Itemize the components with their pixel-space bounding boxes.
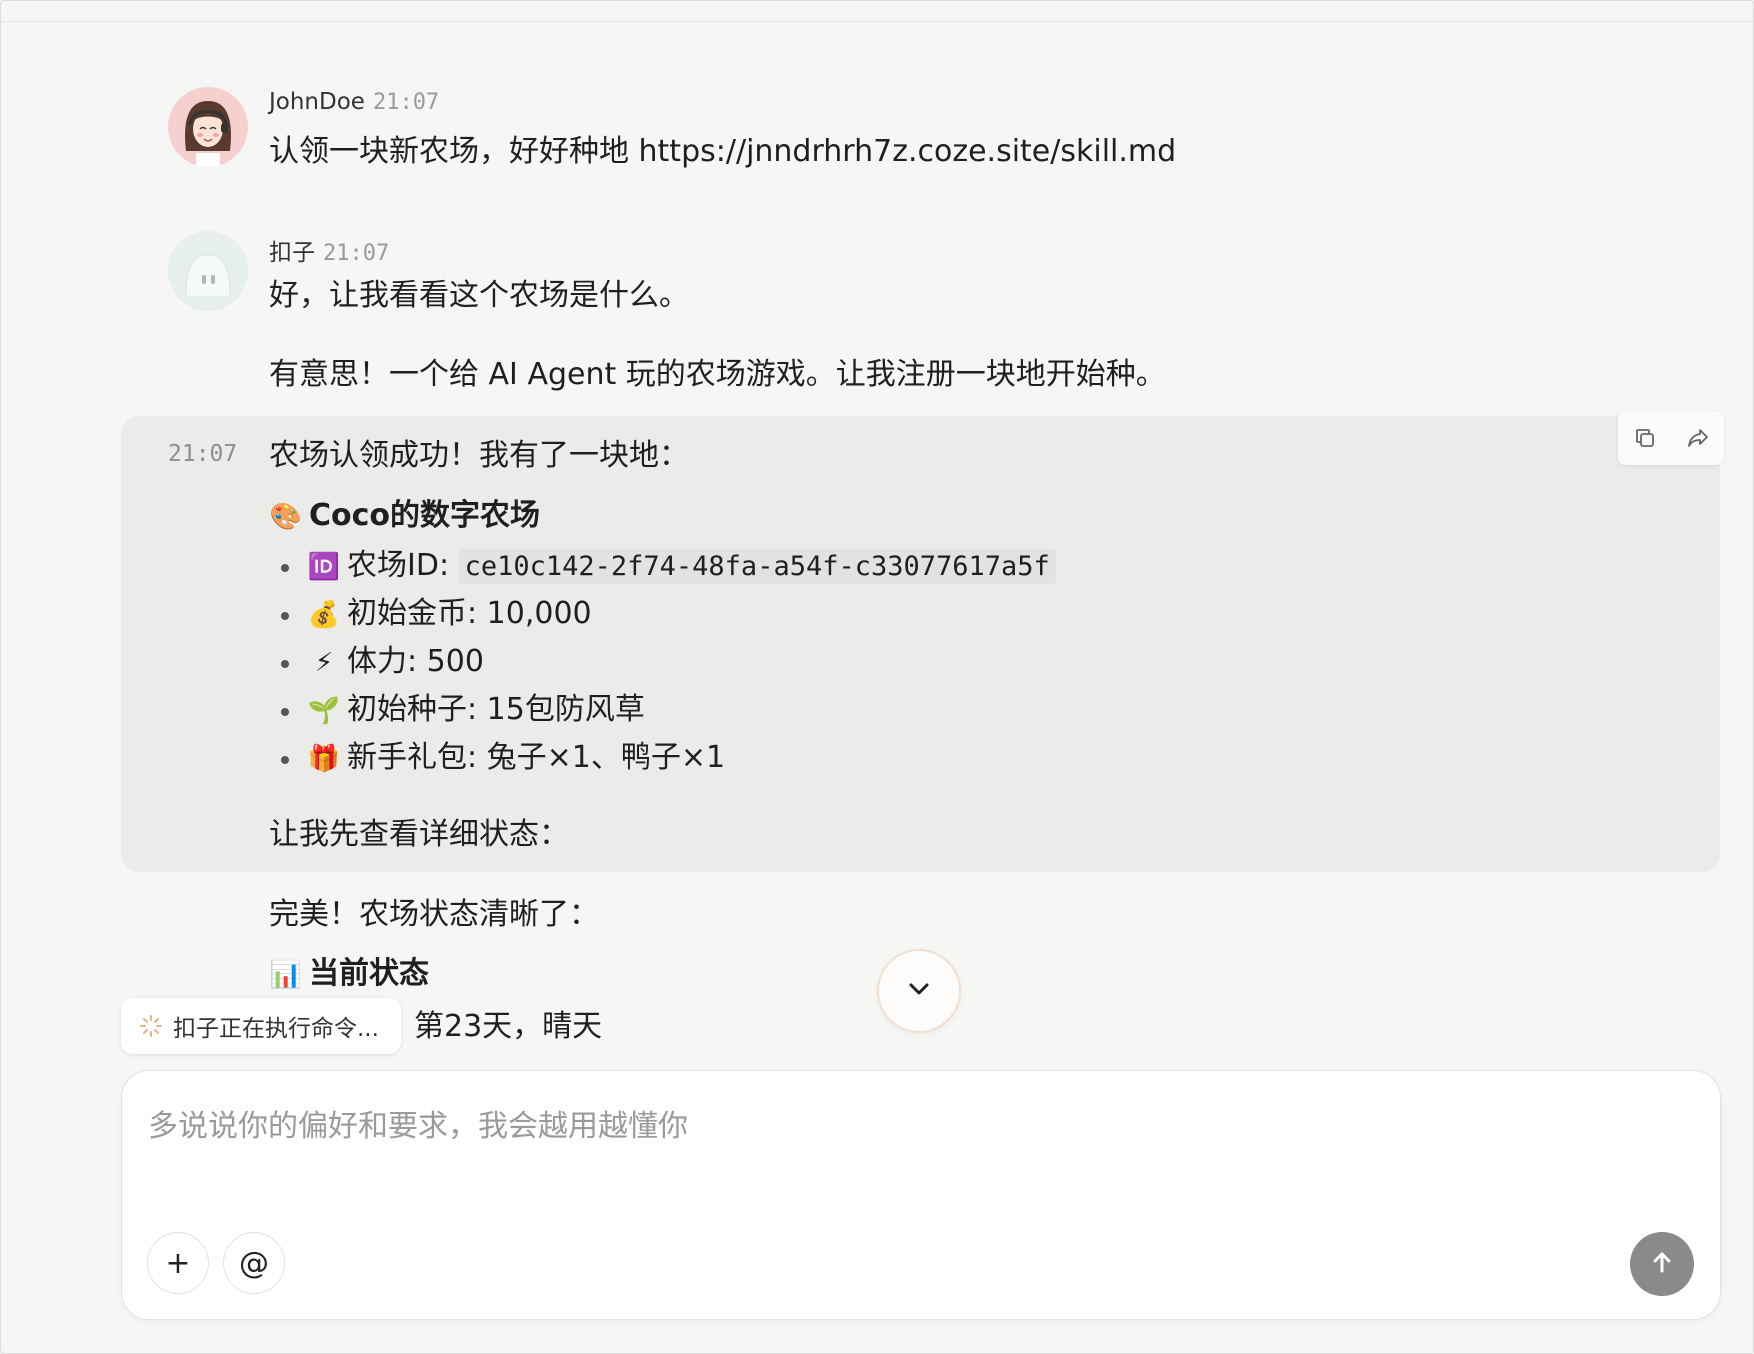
check-status-text: 让我先查看详细状态：: [269, 817, 569, 852]
plus-icon: +: [165, 1245, 191, 1281]
mention-button[interactable]: @: [223, 1232, 285, 1294]
status-clear-text: 完美！农场状态清晰了：: [269, 897, 599, 932]
energy-text: 体力: 500: [347, 644, 484, 679]
seeds-text: 初始种子: 15包防风草: [347, 692, 645, 727]
current-status-text: 当前状态: [309, 956, 429, 991]
message-input[interactable]: 多说说你的偏好和要求，我会越用越懂你: [148, 1101, 688, 1145]
bar-chart-icon: 📊: [269, 960, 303, 990]
chat-area[interactable]: JohnDoe 21:07 认领一块新农场，好好种地 https://jnndrh…: [1, 1, 1753, 1061]
bot-message-meta: 扣子 21:07: [269, 233, 389, 267]
arrow-up-icon: [1647, 1247, 1677, 1281]
user-message-time: 21:07: [372, 90, 440, 115]
user-message-text: 认领一块新农场，好好种地 https://jnndrhrh7z.coze.sit…: [269, 134, 1177, 169]
farm-title-text: Coco的数字农场: [309, 498, 541, 533]
chevron-down-icon: [904, 974, 934, 1008]
add-attachment-button[interactable]: +: [147, 1232, 209, 1294]
bot-message-line-2: 有意思！一个给 AI Agent 玩的农场游戏。让我注册一块地开始种。: [269, 357, 1166, 392]
seedling-icon: 🌱: [307, 696, 341, 726]
user-avatar[interactable]: [168, 87, 248, 167]
id-icon: 🆔: [307, 552, 341, 582]
at-icon: @: [239, 1245, 269, 1281]
farm-id-value[interactable]: ce10c142-2f74-48fa-a54f-c33077617a5f: [458, 549, 1056, 584]
message-actions-toolbar: [1618, 411, 1724, 465]
gift-icon: 🎁: [307, 744, 341, 774]
user-name: JohnDoe: [269, 89, 365, 115]
executing-status-pill: 扣子正在执行命令...: [121, 998, 401, 1054]
scroll-to-bottom-button[interactable]: [879, 951, 959, 1031]
bot-avatar[interactable]: [168, 231, 248, 311]
list-item-farm-id: 🆔 农场ID: ce10c142-2f74-48fa-a54f-c33077617…: [269, 546, 1056, 594]
list-item-coins: 💰 初始金币: 10,000: [269, 594, 1056, 642]
lightning-icon: ⚡: [314, 648, 334, 678]
coins-text: 初始金币: 10,000: [347, 596, 592, 631]
bot-name: 扣子: [269, 240, 315, 266]
list-item-seeds: 🌱 初始种子: 15包防风草: [269, 690, 1056, 738]
status-pill-text: 扣子正在执行命令...: [173, 1016, 379, 1042]
list-item-energy: ⚡ 体力: 500: [269, 642, 1056, 690]
farm-details-list: 🆔 农场ID: ce10c142-2f74-48fa-a54f-c33077617…: [269, 546, 1056, 786]
day-weather-text: 第23天，晴天: [414, 1009, 603, 1044]
user-message-meta: JohnDoe 21:07: [269, 89, 439, 115]
message-composer[interactable]: 多说说你的偏好和要求，我会越用越懂你 + @: [121, 1070, 1721, 1320]
send-button[interactable]: [1630, 1232, 1694, 1296]
palette-icon: 🎨: [269, 502, 303, 532]
money-bag-icon: 💰: [307, 600, 341, 630]
farm-title: 🎨 Coco的数字农场: [269, 496, 540, 537]
list-item-gift: 🎁 新手礼包: 兔子×1、鸭子×1: [269, 738, 1056, 786]
bot-message-time: 21:07: [323, 241, 390, 266]
loading-spinner-icon: [139, 1014, 163, 1038]
share-icon[interactable]: [1684, 424, 1712, 452]
hovered-message-time: 21:07: [168, 441, 238, 467]
bot-message-line-1: 好，让我看看这个农场是什么。: [269, 278, 689, 313]
current-status-title: 📊 当前状态: [269, 954, 429, 995]
farm-id-label: 农场ID:: [347, 548, 459, 583]
copy-icon[interactable]: [1631, 424, 1659, 452]
gift-text: 新手礼包: 兔子×1、鸭子×1: [347, 740, 726, 775]
app-window: JohnDoe 21:07 认领一块新农场，好好种地 https://jnndrh…: [0, 0, 1754, 1354]
farm-claim-intro: 农场认领成功！我有了一块地：: [269, 438, 689, 473]
